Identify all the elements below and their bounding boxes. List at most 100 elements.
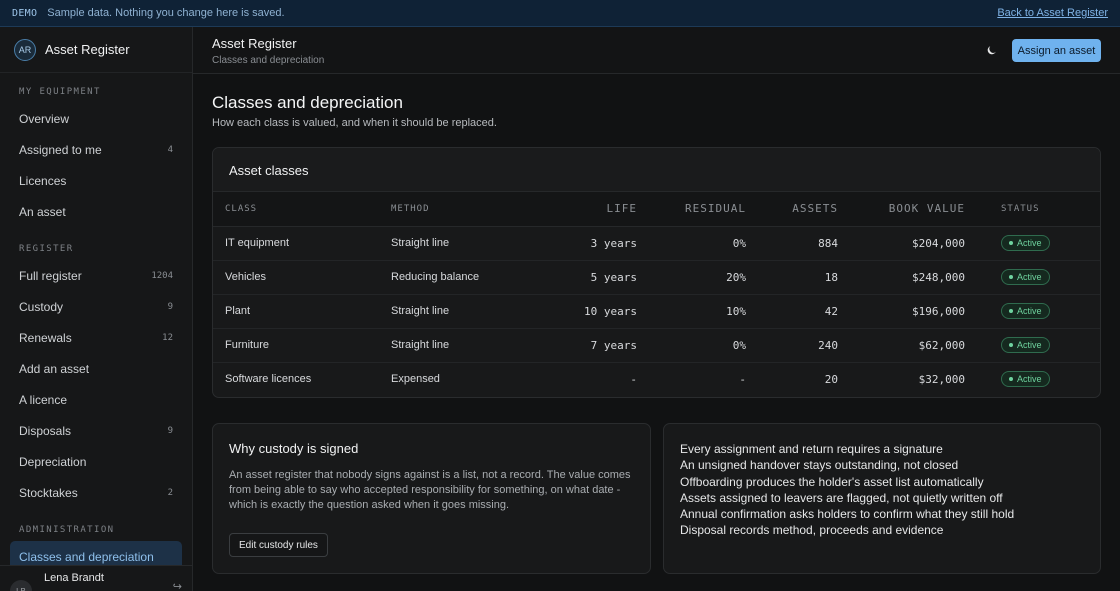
sidebar-item-label: Disposals — [19, 423, 72, 438]
cell-status: Active — [977, 260, 1100, 295]
page-subtitle: How each class is valued, and when it sh… — [212, 117, 497, 129]
sidebar-item-label: An asset — [19, 204, 66, 219]
sidebar-item-disposals[interactable]: Disposals 9 — [0, 415, 192, 446]
main-content: Classes and depreciation How each class … — [212, 74, 1101, 574]
status-badge: Active — [1001, 235, 1050, 251]
asset-classes-title: Asset classes — [213, 148, 1100, 192]
cell-life: - — [630, 372, 637, 386]
cell-assets: 884 — [758, 226, 850, 261]
sidebar-item-label: A licence — [19, 392, 68, 407]
list-item: Assets assigned to leavers are flagged, … — [680, 490, 1003, 505]
asset-classes-table: CLASS METHOD LIFE RESIDUAL ASSETS BOOK V… — [213, 192, 1100, 396]
list-item: Annual confirmation asks holders to conf… — [680, 507, 1015, 522]
cell-residual: 10% — [649, 294, 758, 329]
cell-status: Active — [977, 226, 1100, 261]
status-label: Active — [1017, 306, 1042, 316]
list-item: Every assignment and return requires a s… — [680, 442, 943, 456]
sidebar-item-an-asset[interactable]: An asset — [0, 196, 192, 227]
why-custody-body: An asset register that nobody signs agai… — [229, 469, 631, 511]
status-dot-icon — [1009, 309, 1013, 313]
topbar-subtitle: Classes and depreciation — [212, 55, 325, 66]
table-row[interactable]: Software licences Expensed - - 20 $32,00… — [213, 362, 1100, 396]
column-header-book-value[interactable]: BOOK VALUE — [850, 192, 977, 227]
sidebar-item-stocktakes[interactable]: Stocktakes 2 — [0, 477, 192, 508]
list-item: Offboarding produces the holder's asset … — [680, 474, 984, 489]
sidebar-item-label: Licences — [19, 173, 67, 188]
topbar: Asset Register Classes and depreciation … — [193, 27, 1120, 74]
column-header-status[interactable]: STATUS — [977, 192, 1100, 227]
status-badge: Active — [1001, 371, 1050, 388]
status-label: Active — [1017, 272, 1042, 282]
sidebar-item-renewals[interactable]: Renewals 12 — [0, 322, 192, 353]
demo-banner: DEMO Sample data. Nothing you change her… — [0, 0, 1120, 27]
cell-residual: 0% — [649, 226, 758, 261]
demo-tag: DEMO — [12, 7, 38, 19]
assign-asset-button[interactable]: Assign an asset — [1012, 39, 1101, 62]
cell-assets: 20 — [824, 372, 838, 386]
cell-book-value: $196,000 — [850, 294, 977, 329]
brand-badge: AR — [14, 38, 36, 61]
sidebar-item-label: Overview — [19, 111, 70, 126]
sidebar-item-custody[interactable]: Custody 9 — [0, 291, 192, 322]
sidebar-item-label: Classes and depreciation — [19, 549, 154, 564]
table-row[interactable]: IT equipment Straight line 3 years 0% 88… — [213, 226, 1100, 261]
cell-status: Active — [977, 294, 1100, 329]
status-badge: Active — [1001, 337, 1050, 353]
user-panel[interactable]: LB Lena Brandt ↪ — [0, 565, 192, 591]
demo-message: Sample data. Nothing you change here is … — [47, 7, 285, 19]
back-link[interactable]: Back to Asset Register — [997, 7, 1108, 19]
brand-name: Asset Register — [45, 42, 130, 57]
cell-class: Plant — [213, 294, 379, 329]
section-label-administration: ADMINISTRATION — [19, 525, 115, 535]
status-label: Active — [1017, 374, 1042, 385]
moon-icon[interactable] — [985, 43, 999, 57]
why-custody-card: Why custody is signed An asset register … — [212, 423, 651, 574]
sidebar-item-add-an-asset[interactable]: Add an asset — [0, 353, 192, 384]
cell-book-value: $62,000 — [850, 328, 977, 363]
cell-status: Active — [977, 328, 1100, 363]
cell-class: Furniture — [213, 328, 379, 363]
table-row[interactable]: Vehicles Reducing balance 5 years 20% 18… — [213, 260, 1100, 295]
status-dot-icon — [1009, 275, 1013, 279]
sidebar-item-full-register[interactable]: Full register 1204 — [0, 260, 192, 291]
sidebar-item-depreciation[interactable]: Depreciation — [0, 446, 192, 477]
brand[interactable]: AR Asset Register — [0, 27, 192, 73]
sidebar-item-label: Custody — [19, 299, 64, 314]
cell-residual: 20% — [649, 260, 758, 295]
table-header-row: CLASS METHOD LIFE RESIDUAL ASSETS BOOK V… — [213, 192, 1100, 227]
column-header-residual[interactable]: RESIDUAL — [649, 192, 758, 227]
list-item: Disposal records method, proceeds and ev… — [680, 523, 944, 538]
table-row[interactable]: Plant Straight line 10 years 10% 42 $196… — [213, 294, 1100, 329]
section-label-register: REGISTER — [19, 244, 74, 254]
cell-method: Straight line — [379, 226, 569, 261]
cell-method: Reducing balance — [379, 260, 569, 295]
column-header-method[interactable]: METHOD — [379, 192, 569, 227]
cell-life: 7 years — [569, 328, 649, 363]
sidebar-item-assigned-to-me[interactable]: Assigned to me 4 — [0, 134, 192, 165]
signout-icon[interactable]: ↪ — [173, 580, 182, 591]
sidebar-item-count: 12 — [162, 332, 173, 343]
topbar-title: Asset Register — [212, 36, 297, 51]
cell-method: Straight line — [379, 294, 569, 329]
status-label: Active — [1017, 340, 1042, 350]
column-header-life[interactable]: LIFE — [569, 192, 649, 227]
cell-assets: 18 — [758, 260, 850, 295]
sidebar-item-label: Renewals — [19, 330, 72, 345]
sidebar-item-a-licence[interactable]: A licence — [0, 384, 192, 415]
page-title: Classes and depreciation — [212, 93, 403, 112]
user-name: Lena Brandt — [44, 572, 104, 584]
sidebar-item-count: 1204 — [151, 270, 173, 281]
sidebar-item-label: Depreciation — [19, 454, 87, 469]
sidebar-item-licences[interactable]: Licences — [0, 165, 192, 196]
cell-book-value: $204,000 — [850, 226, 977, 261]
cell-book-value: $32,000 — [918, 372, 965, 386]
column-header-assets[interactable]: ASSETS — [758, 192, 850, 227]
table-row[interactable]: Furniture Straight line 7 years 0% 240 $… — [213, 328, 1100, 363]
sidebar-item-label: Full register — [19, 268, 82, 283]
column-header-class[interactable]: CLASS — [213, 192, 379, 227]
sidebar-item-overview[interactable]: Overview — [0, 103, 192, 134]
cell-residual: - — [739, 372, 746, 386]
cell-residual: 0% — [649, 328, 758, 363]
cell-class: IT equipment — [213, 226, 379, 261]
edit-custody-rules-button[interactable]: Edit custody rules — [229, 533, 328, 557]
